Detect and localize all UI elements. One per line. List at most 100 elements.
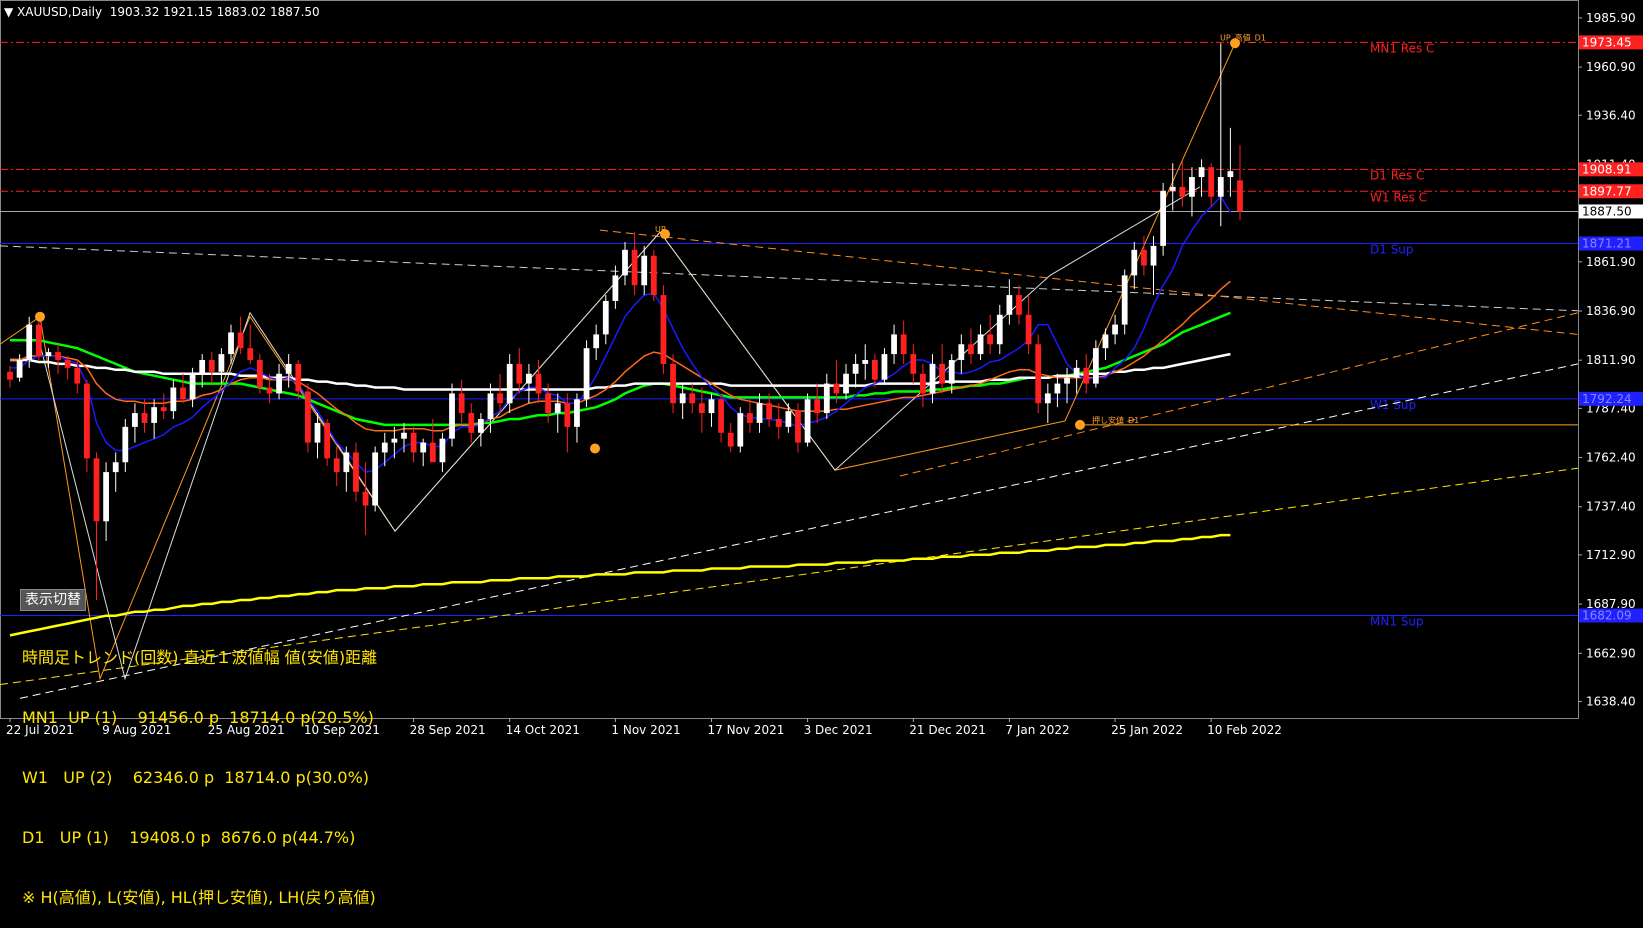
candle-body	[1064, 377, 1070, 384]
candle-body	[237, 332, 244, 349]
candle-body	[141, 413, 148, 423]
candle-body	[1102, 334, 1109, 349]
pivot-dot	[35, 311, 45, 322]
candle-body	[324, 422, 330, 459]
pivot-label: UP_高値_D1	[1220, 32, 1266, 42]
candle-body	[602, 300, 609, 335]
moving-average-line	[10, 195, 1232, 473]
candle-body	[843, 373, 849, 394]
candle-body	[871, 359, 878, 380]
candle-body	[670, 363, 676, 404]
level-label: MN1 Res C	[1370, 41, 1434, 55]
candle-body	[45, 352, 52, 357]
candle-body	[458, 393, 465, 414]
candle-body	[910, 354, 917, 374]
candle-body	[16, 359, 23, 378]
level-price-text: 1792.24	[1582, 392, 1632, 406]
candle-body	[1227, 171, 1234, 178]
candle-body	[564, 403, 571, 427]
candle-body	[785, 411, 792, 427]
candle-body	[74, 367, 81, 384]
candle-body	[468, 413, 475, 433]
y-tick-label: 1836.90	[1586, 304, 1636, 318]
candle-body	[1016, 295, 1022, 315]
candle-body	[247, 348, 254, 360]
candle-body	[285, 363, 292, 374]
candle-body	[295, 363, 302, 392]
candle-body	[439, 438, 446, 463]
candle-body	[1189, 177, 1195, 197]
chart-header: ▼ XAUUSD,Daily 1903.32 1921.15 1883.02 1…	[4, 5, 320, 19]
trend-line	[0, 245, 1579, 312]
x-tick-label: 10 Feb 2022	[1207, 723, 1282, 737]
candle-body	[996, 314, 1003, 345]
candle-body	[1083, 367, 1090, 384]
level-price-text: 1908.91	[1582, 162, 1632, 176]
candle-body	[218, 354, 225, 372]
candle-body	[660, 295, 667, 364]
candle-body	[852, 363, 859, 374]
level-label: W1 Res C	[1370, 190, 1427, 204]
y-tick-label: 1712.90	[1586, 548, 1636, 562]
candle-body	[353, 452, 359, 492]
candle-body	[1092, 348, 1099, 384]
candle-body	[333, 458, 340, 473]
y-tick-label: 1960.90	[1586, 60, 1636, 74]
candle-body	[506, 363, 513, 404]
candle-body	[132, 413, 138, 427]
x-tick-label: 25 Jan 2022	[1111, 723, 1183, 737]
candle-body	[180, 387, 186, 400]
candle-body	[718, 399, 724, 433]
candle-body	[228, 332, 234, 355]
level-price-text: 1871.21	[1582, 237, 1632, 251]
x-tick-label: 17 Nov 2021	[707, 723, 784, 737]
x-tick-label: 7 Jan 2022	[1005, 723, 1069, 737]
candle-body	[256, 359, 263, 388]
candle-body	[516, 363, 523, 384]
candle-body	[948, 359, 955, 384]
candle-body	[487, 393, 494, 419]
candle-body	[1054, 383, 1061, 394]
level-label: D1 Sup	[1370, 243, 1414, 257]
candle-body	[987, 334, 994, 345]
candle-body	[55, 352, 61, 360]
candle-body	[112, 462, 119, 473]
candle-body	[83, 383, 90, 459]
candle-body	[1121, 275, 1128, 325]
candle-body	[631, 249, 638, 286]
candle-body	[920, 373, 926, 394]
current-price-text: 1887.50	[1582, 204, 1632, 218]
candle-body	[679, 393, 686, 404]
x-tick-label: 28 Sep 2021	[410, 723, 486, 737]
pivot-dot	[590, 443, 600, 454]
candle-body	[814, 399, 821, 414]
candle-body	[891, 334, 897, 355]
candle-body	[305, 391, 311, 443]
zigzag-line-white	[39, 186, 1201, 681]
candle-body	[862, 359, 869, 364]
candle-body	[593, 334, 600, 349]
y-tick-label: 1737.40	[1586, 500, 1636, 514]
candle-body	[1006, 295, 1013, 315]
candle-body	[939, 363, 945, 384]
candle-body	[170, 387, 177, 412]
candle-body	[1217, 177, 1224, 197]
y-tick-label: 1936.40	[1586, 108, 1636, 122]
candle-body	[93, 458, 100, 522]
x-tick-label: 14 Oct 2021	[506, 723, 580, 737]
candle-body	[881, 354, 888, 380]
pivot-label: UP	[655, 225, 666, 234]
candle-body	[650, 255, 657, 296]
candle-body	[1044, 393, 1051, 404]
candle-body	[622, 249, 628, 276]
candle-body	[1073, 367, 1080, 378]
candle-body	[795, 411, 801, 443]
candle-body	[199, 359, 206, 374]
dropdown-icon[interactable]: ▼	[4, 5, 17, 19]
candle-body	[833, 383, 840, 394]
candle-body	[477, 418, 484, 433]
info-row-mn1: MN1 UP (1) 91456.0 p 18714.0 p(20.5%)	[22, 708, 374, 727]
y-tick-label: 1662.90	[1586, 646, 1636, 660]
y-tick-label: 1861.90	[1586, 255, 1636, 269]
candle-body	[535, 373, 542, 394]
